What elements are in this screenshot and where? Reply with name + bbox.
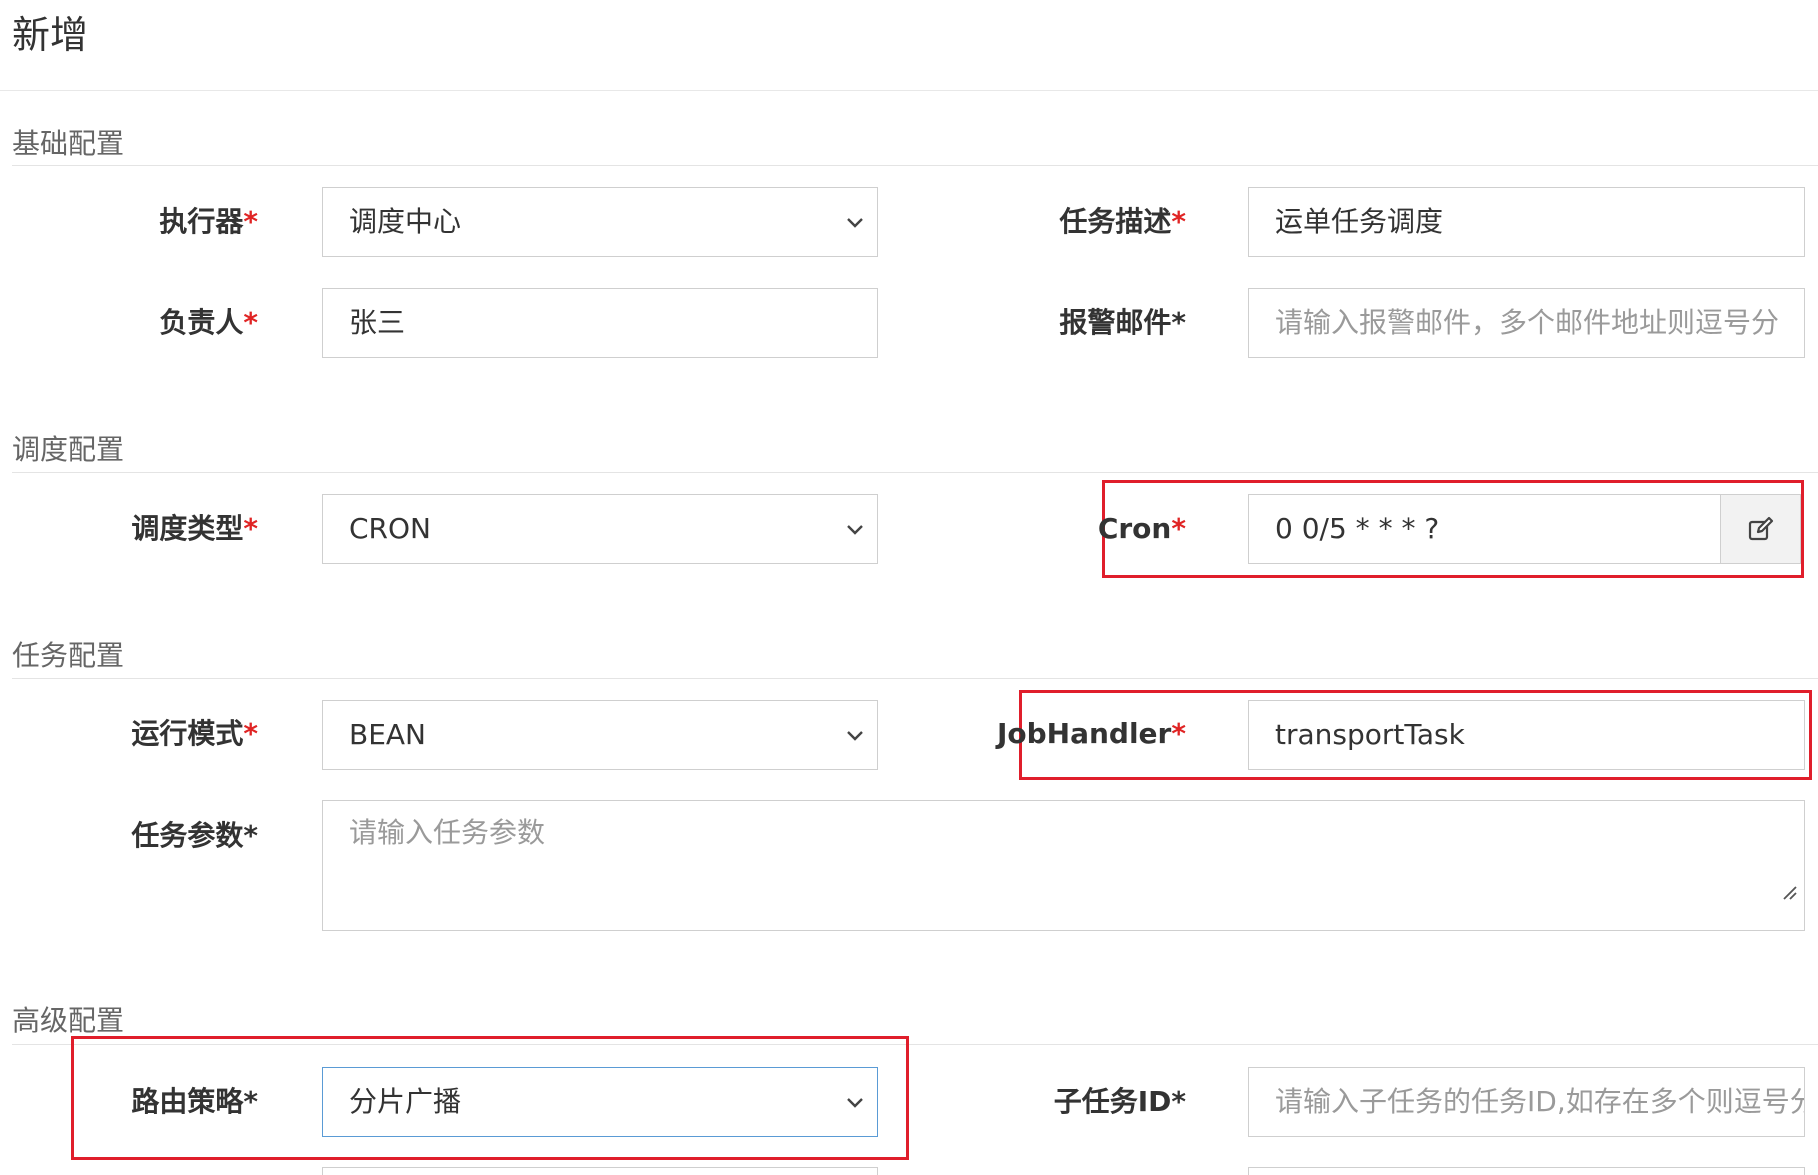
edit-icon	[1748, 516, 1774, 541]
next-row-right-input[interactable]	[1248, 1167, 1805, 1175]
route-strategy-label: 路由策略*	[131, 1085, 258, 1118]
schedule-type-select[interactable]: CRON	[322, 494, 878, 564]
job-param-label: 任务参数*	[131, 819, 258, 852]
section-schedule-label: 调度配置	[12, 433, 125, 466]
alarm-email-input[interactable]: 请输入报警邮件，多个邮件地址则逗号分	[1248, 288, 1805, 358]
cron-value: 0 0/5 * * * ?	[1275, 512, 1440, 545]
alarm-email-placeholder: 请输入报警邮件，多个邮件地址则逗号分	[1275, 306, 1780, 339]
next-row-left-input[interactable]	[322, 1167, 878, 1175]
schedule-type-label: 调度类型*	[131, 512, 258, 545]
child-job-id-label: 子任务ID*	[1053, 1085, 1186, 1118]
executor-select[interactable]: 调度中心	[322, 187, 878, 257]
owner-label: 负责人*	[159, 306, 258, 339]
job-desc-label: 任务描述*	[1059, 205, 1186, 238]
job-param-placeholder: 请输入任务参数	[349, 816, 546, 849]
run-mode-label: 运行模式*	[131, 717, 258, 750]
job-desc-input[interactable]: 运单任务调度	[1248, 187, 1805, 257]
chevron-down-icon	[843, 517, 867, 541]
section-basic-divider	[12, 165, 1818, 166]
owner-value: 张三	[349, 306, 406, 339]
run-mode-value: BEAN	[349, 718, 426, 751]
resize-grip-icon[interactable]	[1782, 860, 1798, 924]
cron-edit-button[interactable]	[1720, 495, 1800, 563]
owner-input[interactable]: 张三	[322, 288, 878, 358]
chevron-down-icon	[843, 1090, 867, 1114]
executor-label: 执行器*	[159, 205, 258, 238]
cron-label: Cron*	[1097, 512, 1186, 545]
child-job-id-placeholder: 请输入子任务的任务ID,如存在多个则逗号分	[1275, 1085, 1805, 1118]
title-divider	[0, 90, 1818, 91]
cron-input[interactable]: 0 0/5 * * * ?	[1248, 494, 1801, 564]
chevron-down-icon	[843, 210, 867, 234]
schedule-type-value: CRON	[349, 512, 431, 545]
jobhandler-label: JobHandler*	[996, 717, 1186, 750]
job-param-textarea[interactable]: 请输入任务参数	[322, 800, 1805, 931]
run-mode-select[interactable]: BEAN	[322, 700, 878, 770]
section-task-divider	[12, 678, 1818, 679]
job-desc-value: 运单任务调度	[1275, 205, 1444, 238]
jobhandler-input[interactable]: transportTask	[1248, 700, 1805, 770]
executor-value: 调度中心	[349, 205, 462, 238]
route-strategy-select[interactable]: 分片广播	[322, 1067, 878, 1137]
section-schedule-divider	[12, 472, 1818, 473]
jobhandler-value: transportTask	[1275, 718, 1465, 751]
section-basic-label: 基础配置	[12, 127, 125, 160]
alarm-email-label: 报警邮件*	[1059, 306, 1186, 339]
chevron-down-icon	[843, 723, 867, 747]
section-advanced-label: 高级配置	[12, 1004, 125, 1037]
section-task-label: 任务配置	[12, 639, 125, 672]
child-job-id-input[interactable]: 请输入子任务的任务ID,如存在多个则逗号分	[1248, 1067, 1805, 1137]
route-strategy-value: 分片广播	[349, 1085, 462, 1118]
page-title: 新增	[12, 13, 89, 57]
